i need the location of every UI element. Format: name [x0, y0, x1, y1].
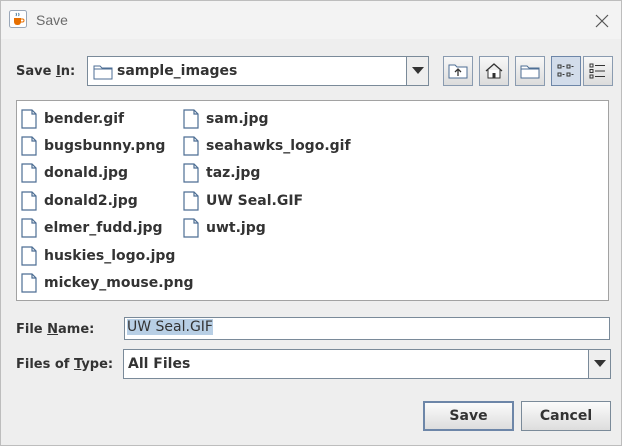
save-in-combo[interactable]: sample_images	[87, 56, 429, 86]
file-item[interactable]: taz.jpg	[183, 160, 351, 187]
file-item-name: sam.jpg	[206, 110, 269, 127]
file-icon	[21, 163, 37, 184]
save-in-dropdown-arrow[interactable]	[406, 57, 428, 85]
title-bar: Save	[1, 1, 621, 39]
java-cup-icon	[9, 10, 27, 28]
file-icon	[21, 136, 37, 156]
file-name-label-suffix: ame:	[58, 322, 95, 337]
file-item[interactable]: donald2.jpg	[21, 187, 194, 214]
dialog-title: Save	[36, 12, 68, 28]
home-icon	[485, 63, 503, 79]
file-name-field[interactable]: UW Seal.GIF	[124, 317, 610, 340]
file-name-label: File Name:	[16, 322, 94, 337]
up-folder-icon	[448, 64, 468, 79]
file-item[interactable]: UW Seal.GIF	[183, 187, 351, 214]
file-icon	[183, 191, 199, 211]
file-item-name: elmer_fudd.jpg	[44, 220, 163, 237]
save-dialog: Save Save In: sample_images bender.gif b…	[0, 0, 622, 446]
file-item[interactable]: bender.gif	[21, 105, 194, 132]
file-item-name: huskies_logo.jpg	[44, 247, 176, 264]
file-item-name: mickey_mouse.png	[44, 275, 194, 292]
save-in-label-text: Save	[16, 64, 56, 79]
file-item[interactable]: donald.jpg	[21, 160, 194, 187]
close-button[interactable]	[589, 9, 615, 33]
file-item[interactable]: sam.jpg	[183, 105, 351, 132]
home-button[interactable]	[479, 56, 509, 86]
file-item-name: uwt.jpg	[206, 220, 266, 237]
file-item[interactable]: elmer_fudd.jpg	[21, 215, 194, 242]
save-in-value: sample_images	[117, 63, 238, 79]
list-view-button[interactable]	[551, 56, 581, 86]
file-item-name: taz.jpg	[206, 165, 261, 182]
file-type-label: Files of Type:	[16, 357, 113, 372]
file-item-name: bender.gif	[44, 110, 125, 127]
file-name-value: UW Seal.GIF	[127, 319, 213, 335]
file-type-label-text: Files of	[16, 357, 74, 372]
file-type-combo[interactable]: All Files	[123, 349, 611, 379]
file-item-name: bugsbunny.png	[44, 138, 166, 155]
file-icon	[183, 218, 199, 238]
file-item-name: seahawks_logo.gif	[206, 138, 351, 155]
file-type-value: All Files	[128, 356, 191, 372]
new-folder-icon	[520, 65, 540, 79]
file-item-name: donald.jpg	[44, 165, 129, 182]
cancel-button[interactable]: Cancel	[521, 401, 611, 431]
file-item[interactable]: huskies_logo.jpg	[21, 242, 194, 269]
file-type-dropdown-arrow[interactable]	[588, 350, 610, 378]
file-list-column-2: sam.jpg seahawks_logo.gif taz.jpg UW Seal.G…	[183, 105, 351, 242]
file-icon	[183, 109, 199, 129]
file-item[interactable]: mickey_mouse.png	[21, 269, 194, 296]
file-icon	[21, 246, 37, 266]
file-name-label-mnemonic: N	[47, 322, 59, 337]
save-in-label-suffix: n:	[60, 64, 76, 79]
file-list-column-1: bender.gif bugsbunny.png donald.jpg donald2…	[21, 105, 194, 297]
file-icon	[21, 273, 37, 293]
file-item-name: UW Seal.GIF	[206, 192, 304, 209]
chevron-down-icon	[593, 360, 606, 367]
file-icon	[183, 163, 199, 184]
folder-icon	[93, 65, 113, 80]
file-item-name: donald2.jpg	[44, 192, 138, 209]
file-type-label-suffix: ype:	[81, 357, 114, 372]
details-view-icon	[589, 63, 605, 79]
file-name-label-text: File	[16, 322, 48, 337]
file-item[interactable]: seahawks_logo.gif	[183, 132, 351, 159]
file-icon	[21, 218, 37, 238]
file-icon	[183, 136, 199, 156]
new-folder-button[interactable]	[515, 56, 545, 86]
file-icon	[21, 191, 37, 211]
details-view-button[interactable]	[583, 56, 613, 86]
file-icon	[21, 109, 37, 129]
close-icon	[595, 14, 609, 28]
up-one-level-button[interactable]	[443, 56, 473, 86]
list-view-icon	[557, 64, 574, 77]
file-list[interactable]: bender.gif bugsbunny.png donald.jpg donald2…	[16, 100, 609, 301]
chevron-down-icon	[411, 67, 424, 74]
file-item[interactable]: bugsbunny.png	[21, 132, 194, 159]
save-in-label: Save In:	[16, 64, 75, 79]
file-item[interactable]: uwt.jpg	[183, 215, 351, 242]
save-button[interactable]: Save	[423, 401, 514, 431]
